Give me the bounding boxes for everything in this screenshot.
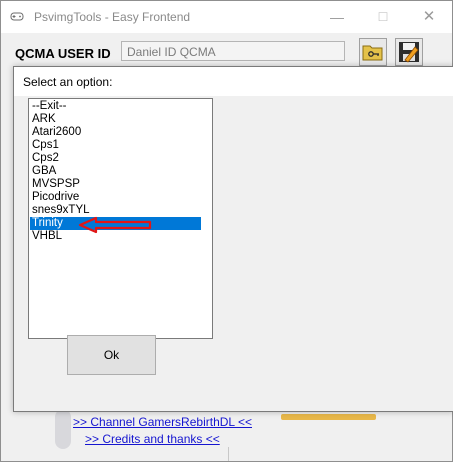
list-item-cps2[interactable]: Cps2 [30, 152, 201, 165]
background-logo [55, 409, 71, 449]
floppy-save-icon [399, 42, 419, 63]
select-option-dialog: Select an option: --Exit-- ARK Atari2600… [13, 66, 453, 412]
maximize-button[interactable]: ☐ [360, 1, 406, 33]
window-title: PsvimgTools - Easy Frontend [34, 10, 191, 24]
list-item-atari2600[interactable]: Atari2600 [30, 126, 201, 139]
list-item-ark[interactable]: ARK [30, 113, 201, 126]
channel-link[interactable]: >> Channel GamersRebirthDL << [73, 415, 252, 429]
title-bar[interactable]: PsvimgTools - Easy Frontend — ☐ ✕ [1, 1, 452, 33]
close-button[interactable]: ✕ [406, 1, 452, 33]
background-banner [281, 414, 376, 420]
qcma-user-id-field[interactable]: Daniel ID QCMA [121, 41, 345, 61]
folder-button[interactable] [359, 38, 387, 66]
dialog-header: Select an option: [14, 67, 453, 96]
folder-key-icon [362, 45, 383, 61]
gamepad-icon [10, 12, 24, 21]
minimize-button[interactable]: — [314, 1, 360, 33]
list-item-exit[interactable]: --Exit-- [30, 100, 201, 113]
save-button[interactable] [395, 38, 423, 66]
list-item-picodrive[interactable]: Picodrive [30, 191, 201, 204]
credits-link[interactable]: >> Credits and thanks << [85, 432, 220, 446]
dialog-title: Select an option: [23, 75, 113, 89]
annotation-arrow-icon [78, 216, 152, 234]
qcma-user-id-label: QCMA USER ID [15, 46, 111, 61]
list-item-mvspsp[interactable]: MVSPSP [30, 178, 201, 191]
list-item-cps1[interactable]: Cps1 [30, 139, 201, 152]
ok-button[interactable]: Ok [67, 335, 156, 375]
divider [228, 447, 229, 461]
list-item-gba[interactable]: GBA [30, 165, 201, 178]
